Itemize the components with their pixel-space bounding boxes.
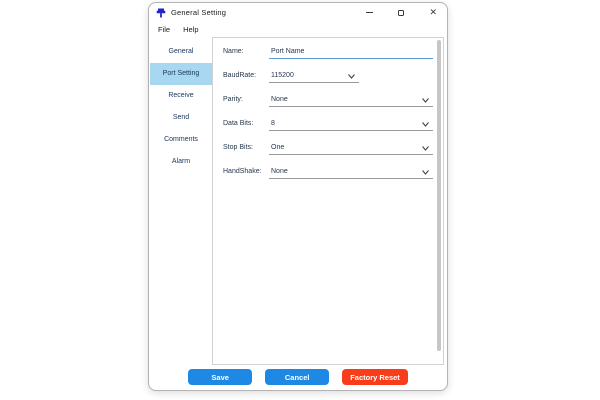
field-value: None xyxy=(271,168,288,175)
save-button[interactable]: Save xyxy=(188,369,253,385)
maximize-icon[interactable] xyxy=(398,9,405,16)
dropdown-handshake[interactable]: None xyxy=(269,164,433,179)
port-setting-form: Name: Port Name BaudRate: 115200 Parity:… xyxy=(213,41,435,185)
field-label: HandShake: xyxy=(223,168,262,175)
menu-bar: File Help xyxy=(149,22,447,37)
footer-button-row: Save Cancel Factory Reset xyxy=(149,369,447,385)
general-setting-window: General Setting ✕ File Help General Port S… xyxy=(148,2,448,391)
form-row: Data Bits: 8 xyxy=(213,113,435,137)
chevron-down-icon xyxy=(422,98,429,103)
window-title: General Setting xyxy=(171,8,227,17)
form-row: Name: Port Name xyxy=(213,41,435,65)
vertical-scrollbar[interactable] xyxy=(437,40,441,351)
field-label: BaudRate: xyxy=(223,72,257,79)
chevron-down-icon xyxy=(422,170,429,175)
window-controls: ✕ xyxy=(366,3,437,22)
field-value: Port Name xyxy=(271,48,305,55)
sidebar-item-receive[interactable]: Receive xyxy=(150,85,212,107)
cancel-button[interactable]: Cancel xyxy=(265,369,330,385)
form-row: Stop Bits: One xyxy=(213,137,435,161)
dropdown-parity[interactable]: None xyxy=(269,92,433,107)
chevron-down-icon xyxy=(422,122,429,127)
sidebar-item-send[interactable]: Send xyxy=(150,107,212,129)
field-value: 8 xyxy=(271,120,275,127)
menu-item-0[interactable]: File xyxy=(158,25,170,34)
factory-reset-button[interactable]: Factory Reset xyxy=(342,369,408,385)
sidebar-item-alarm[interactable]: Alarm xyxy=(150,151,212,173)
desktop-background: General Setting ✕ File Help General Port S… xyxy=(0,0,600,400)
dropdown-databits[interactable]: 8 xyxy=(269,116,433,131)
dropdown-stopbits[interactable]: One xyxy=(269,140,433,155)
chevron-down-icon xyxy=(348,74,355,79)
sidebar-item-comments[interactable]: Comments xyxy=(150,129,212,151)
minimize-icon[interactable] xyxy=(366,12,374,13)
chevron-down-icon xyxy=(422,146,429,151)
port-setting-panel: Name: Port Name BaudRate: 115200 Parity:… xyxy=(212,37,444,365)
field-value: None xyxy=(271,96,288,103)
field-label: Data Bits: xyxy=(223,120,254,127)
sidebar-nav: General Port Setting Receive Send Comments Al… xyxy=(150,41,212,173)
menu-item-1[interactable]: Help xyxy=(183,25,198,34)
form-row: HandShake: None xyxy=(213,161,435,185)
field-label: Parity: xyxy=(223,96,243,103)
title-bar[interactable]: General Setting ✕ xyxy=(149,3,447,22)
close-icon[interactable]: ✕ xyxy=(429,8,437,17)
field-value: 115200 xyxy=(271,72,294,79)
window-body: General Port Setting Receive Send Comments Al… xyxy=(149,37,447,390)
sidebar-item-port-setting[interactable]: Port Setting xyxy=(150,63,212,85)
sidebar-item-general[interactable]: General xyxy=(150,41,212,63)
field-value: One xyxy=(271,144,285,151)
text-input-name[interactable]: Port Name xyxy=(269,44,433,59)
form-row: Parity: None xyxy=(213,89,435,113)
field-label: Stop Bits: xyxy=(223,144,253,151)
app-tree-icon xyxy=(156,8,166,17)
field-label: Name: xyxy=(223,48,244,55)
form-row: BaudRate: 115200 xyxy=(213,65,435,89)
dropdown-baudrate[interactable]: 115200 xyxy=(269,68,359,83)
